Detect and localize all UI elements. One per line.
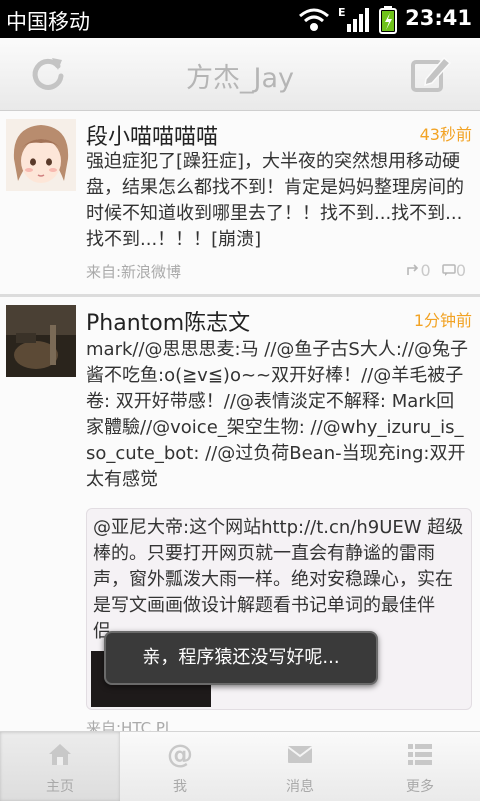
tab-messages[interactable]: 消息 [240,732,360,801]
post-source: 来自:新浪微博 [86,263,182,281]
retweeted-text: @亚尼大帝:这个网站http://t.cn/h9UEW 超级棒的。只要打开网页就… [93,517,464,642]
mail-icon [287,746,313,763]
status-bar: 中国移动 E 23:41 [0,0,480,38]
signal-icon: E [338,6,369,32]
status-icons: E [299,6,397,34]
post-time: 43秒前 [419,125,472,144]
carrier-name: 中国移动 [6,10,90,34]
wifi-icon [299,8,329,31]
avatar[interactable] [6,305,76,377]
avatar-image [6,305,76,377]
tab-label: 我 [173,779,187,795]
author-name[interactable]: 段小喵喵喵喵 [86,119,218,151]
bottom-tab-bar: 主页 @ 我 消息 更多 [0,731,480,801]
clock: 23:41 [405,6,472,30]
repost-count: 0 [420,261,431,280]
svg-text:@: @ [167,740,193,768]
repost-icon [406,264,418,275]
page-title: 方杰_Jay [186,63,294,94]
at-icon: @ [167,740,193,768]
home-icon [49,744,71,765]
post-text: mark//@思思思麦:马 //@鱼子古S大人://@兔子酱不吃鱼:o(≧v≦)… [86,339,469,490]
title-bar: 方杰_Jay [0,38,480,111]
toast-message: 亲，程序猿还没写好呢... [104,631,378,685]
tab-label: 主页 [46,779,74,795]
svg-text:E: E [338,6,346,19]
status-post[interactable]: 段小喵喵喵喵 43秒前 强迫症犯了[躁狂症]，大半夜的突然想用移动硬盘，结果怎么… [0,111,480,297]
tab-label: 更多 [406,779,434,795]
tab-me[interactable]: @ 我 [120,732,240,801]
avatar[interactable] [6,119,76,191]
post-text: 强迫症犯了[躁狂症]，大半夜的突然想用移动硬盘，结果怎么都找不到！肯定是妈妈整理… [86,151,464,250]
tab-home[interactable]: 主页 [0,732,120,801]
avatar-image [6,119,76,191]
post-counts: 0 0 [406,261,472,280]
comment-icon [442,264,456,276]
battery-icon [379,6,397,34]
compose-icon[interactable] [410,52,452,94]
comment-count: 0 [455,261,466,280]
author-name[interactable]: Phantom陈志文 [86,305,250,337]
tab-label: 消息 [286,779,314,795]
post-time: 1分钟前 [413,311,472,330]
post-source: 来自:HTC Pl [86,719,170,731]
tab-more[interactable]: 更多 [360,732,480,801]
list-icon [408,744,432,765]
